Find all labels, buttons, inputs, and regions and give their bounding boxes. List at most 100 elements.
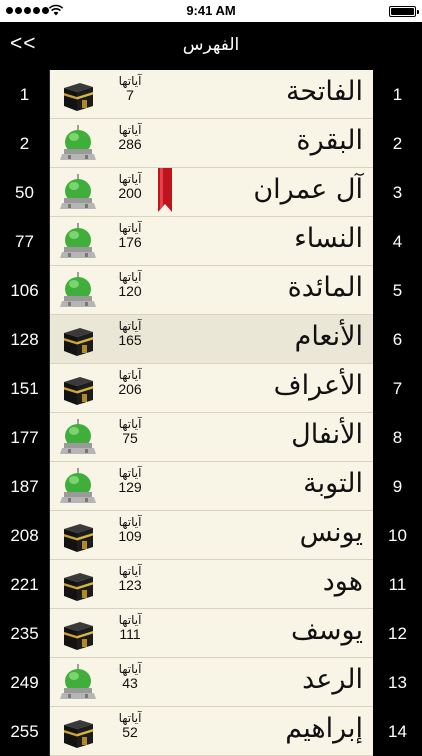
surah-content[interactable]: آياتها 206 الأعراف [50, 364, 373, 413]
surah-content[interactable]: آياتها 7 الفاتحة [50, 70, 373, 119]
surah-name: إبراهيم [285, 713, 363, 744]
surah-number: 4 [373, 217, 422, 266]
page-number: 128 [0, 315, 50, 364]
surah-content[interactable]: آياتها 109 يونس [50, 511, 373, 560]
surah-number: 5 [373, 266, 422, 315]
surah-row[interactable]: 249 آياتها 43 الرعد 13 [0, 658, 422, 707]
surah-name: الأنفال [291, 419, 363, 450]
surah-row[interactable]: 77 آياتها 176 النساء 4 [0, 217, 422, 266]
surah-name: التوبة [303, 468, 363, 499]
surah-number: 7 [373, 364, 422, 413]
ayat-label: آياتها [118, 564, 142, 578]
mosque-dome-icon [58, 172, 98, 212]
ayat-count: آياتها 165 [108, 320, 152, 347]
ayat-label: آياتها [118, 417, 142, 431]
page-title: الفهرس [182, 35, 240, 55]
kaaba-icon [58, 368, 98, 408]
surah-content[interactable]: آياتها 75 الأنفال [50, 413, 373, 462]
page-number: 177 [0, 413, 50, 462]
surah-row[interactable]: 151 آياتها 206 الأعراف 7 [0, 364, 422, 413]
ayat-count: آياتها 206 [108, 369, 152, 396]
surah-row[interactable]: 1 آياتها 7 الفاتحة 1 [0, 70, 422, 119]
ayat-count: آياتها 109 [108, 516, 152, 543]
surah-content[interactable]: آياتها 43 الرعد [50, 658, 373, 707]
surah-name: النساء [294, 223, 363, 254]
mosque-dome-icon [58, 123, 98, 163]
ayat-count: آياتها 111 [108, 614, 152, 641]
page-number: 50 [0, 168, 50, 217]
surah-name: البقرة [296, 125, 363, 156]
page-number: 249 [0, 658, 50, 707]
ayat-label: آياتها [118, 466, 142, 480]
surah-number: 8 [373, 413, 422, 462]
ayat-label: آياتها [118, 221, 142, 235]
ayat-label: آياتها [118, 662, 142, 676]
surah-name: يونس [299, 517, 363, 548]
surah-row[interactable]: 177 آياتها 75 الأنفال 8 [0, 413, 422, 462]
surah-number: 1 [373, 70, 422, 119]
ayat-count: آياتها 120 [108, 271, 152, 298]
surah-row[interactable]: 128 آياتها 165 الأنعام 6 [0, 315, 422, 364]
surah-name: الأعراف [273, 370, 363, 401]
ayat-count: آياتها 123 [108, 565, 152, 592]
surah-row[interactable]: 50 آياتها 200 آل عمران 3 [0, 168, 422, 217]
ayat-label: آياتها [118, 711, 142, 725]
surah-row[interactable]: 187 آياتها 129 التوبة 9 [0, 462, 422, 511]
surah-number: 11 [373, 560, 422, 609]
surah-index-list[interactable]: 1 آياتها 7 الفاتحة 1 2 آياتها 286 البقرة 2 50 آياته… [0, 70, 422, 756]
surah-content[interactable]: آياتها 52 إبراهيم [50, 707, 373, 756]
ayat-number: 43 [122, 674, 138, 691]
ayat-count: آياتها 75 [108, 418, 152, 445]
surah-row[interactable]: 235 آياتها 111 يوسف 12 [0, 609, 422, 658]
surah-number: 9 [373, 462, 422, 511]
surah-content[interactable]: آياتها 165 الأنعام [50, 315, 373, 364]
ayat-number: 165 [118, 331, 142, 348]
surah-content[interactable]: آياتها 176 النساء [50, 217, 373, 266]
kaaba-icon [58, 711, 98, 751]
ayat-label: آياتها [118, 515, 142, 529]
kaaba-icon [58, 319, 98, 359]
ayat-count: آياتها 200 [108, 173, 152, 200]
ayat-number: 120 [118, 282, 142, 299]
status-bar: 9:41 AM [0, 0, 422, 22]
kaaba-icon [58, 515, 98, 555]
surah-row[interactable]: 2 آياتها 286 البقرة 2 [0, 119, 422, 168]
surah-row[interactable]: 221 آياتها 123 هود 11 [0, 560, 422, 609]
mosque-dome-icon [58, 270, 98, 310]
surah-name: هود [322, 566, 363, 597]
surah-content[interactable]: آياتها 129 التوبة [50, 462, 373, 511]
surah-name: آل عمران [253, 174, 363, 205]
surah-content[interactable]: آياتها 200 آل عمران [50, 168, 373, 217]
navigation-bar: << الفهرس [0, 22, 422, 70]
ayat-number: 286 [118, 135, 142, 152]
page-number: 208 [0, 511, 50, 560]
bookmark-ribbon-icon[interactable] [158, 168, 172, 212]
page-number: 106 [0, 266, 50, 315]
surah-row[interactable]: 208 آياتها 109 يونس 10 [0, 511, 422, 560]
ayat-number: 7 [126, 86, 134, 103]
ayat-number: 129 [118, 478, 142, 495]
ayat-number: 75 [122, 429, 138, 446]
ayat-number: 200 [118, 184, 142, 201]
kaaba-icon [58, 564, 98, 604]
surah-name: الرعد [302, 664, 363, 695]
ayat-count: آياتها 52 [108, 712, 152, 739]
ayat-label: آياتها [118, 613, 142, 627]
surah-name: الفاتحة [285, 76, 363, 107]
mosque-dome-icon [58, 662, 98, 702]
ayat-label: آياتها [118, 319, 142, 333]
surah-content[interactable]: آياتها 111 يوسف [50, 609, 373, 658]
surah-content[interactable]: آياتها 286 البقرة [50, 119, 373, 168]
page-number: 221 [0, 560, 50, 609]
ayat-label: آياتها [118, 74, 142, 88]
surah-row[interactable]: 106 آياتها 120 المائدة 5 [0, 266, 422, 315]
surah-content[interactable]: آياتها 120 المائدة [50, 266, 373, 315]
mosque-dome-icon [58, 417, 98, 457]
page-number: 151 [0, 364, 50, 413]
surah-content[interactable]: آياتها 123 هود [50, 560, 373, 609]
ayat-number: 111 [119, 625, 141, 642]
ayat-count: آياتها 129 [108, 467, 152, 494]
surah-row[interactable]: 255 آياتها 52 إبراهيم 14 [0, 707, 422, 756]
ayat-count: آياتها 7 [108, 75, 152, 102]
ayat-label: آياتها [118, 172, 142, 186]
